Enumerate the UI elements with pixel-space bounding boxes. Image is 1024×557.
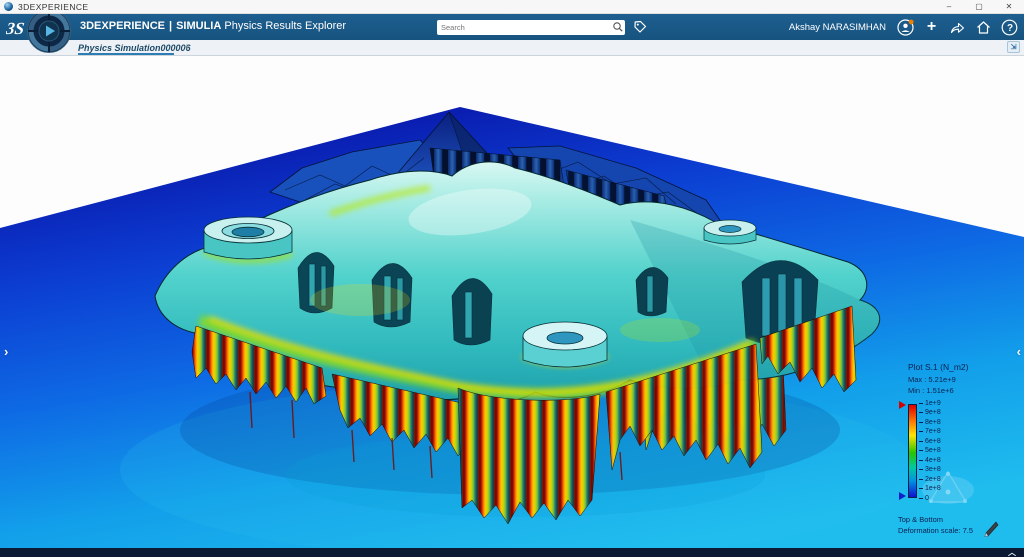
- max-marker-icon: [899, 401, 906, 409]
- minimize-button[interactable]: –: [934, 0, 964, 13]
- colorbar-tick-label: 0: [919, 495, 941, 502]
- collapse-viewport-icon[interactable]: ⇲: [1007, 41, 1020, 53]
- colorbar-tick-label: 5e+8: [919, 447, 941, 454]
- legend-title: Plot S.1 (N_m2): [908, 362, 1020, 374]
- 3dexperience-compass-icon[interactable]: [26, 8, 72, 54]
- colorbar-ticks: 1e+9 9e+8 8e+8 7e+8 6e+8 5e+8 4e+8 3e+8 2e+8 1e+8…: [919, 400, 941, 502]
- colorbar-tick-label: 1e+8: [919, 485, 941, 492]
- product-text: SIMULIA: [176, 20, 221, 32]
- legend-display-mode: Top & Bottom: [898, 514, 1020, 526]
- app-header-bar: 3S 3DEXPERIENCE | SIMULIA Physics Results …: [0, 14, 1024, 40]
- user-zone: Akshay NARASIMHAN +: [789, 14, 1018, 40]
- right-panel-expander[interactable]: ‹: [1017, 344, 1021, 359]
- mount-boss-right: [704, 220, 756, 244]
- add-content-icon[interactable]: +: [923, 19, 940, 36]
- maximize-button[interactable]: ▢: [964, 0, 994, 13]
- window-title: 3DEXPERIENCE: [18, 2, 88, 12]
- colorbar-tick-label: 6e+8: [919, 438, 941, 445]
- 3d-viewport[interactable]: › ‹: [0, 56, 1024, 548]
- app-title: 3DEXPERIENCE | SIMULIA Physics Results Exp…: [80, 20, 346, 32]
- svg-text:?: ?: [1007, 23, 1013, 34]
- new-tab-button[interactable]: +: [184, 42, 190, 53]
- search-area: [437, 19, 648, 35]
- contour-legend: Plot S.1 (N_m2) Max : 5.21e+9 Min : 1.51…: [898, 362, 1020, 537]
- min-marker-icon: [899, 492, 906, 500]
- application-window: 3DEXPERIENCE – ▢ ✕ 3S 3DEXPERIENCE|SIMUL: [0, 0, 1024, 557]
- mount-boss-left: [204, 217, 292, 259]
- home-icon[interactable]: [975, 19, 992, 36]
- window-titlebar: 3DEXPERIENCE – ▢ ✕: [0, 0, 1024, 14]
- legend-max: Max : 5.21e+9: [908, 374, 1020, 386]
- legend-min: Min : 1.51e+6: [908, 385, 1020, 397]
- annotate-pencil-icon[interactable]: [982, 520, 1000, 538]
- colorbar-tick-label: 4e+8: [919, 457, 941, 464]
- colorbar: [908, 404, 917, 498]
- colorbar-tick-label: 8e+8: [919, 419, 941, 426]
- mount-boss-front: [523, 322, 607, 367]
- search-icon[interactable]: [611, 21, 625, 33]
- brand-text: 3DEXPERIENCE: [80, 20, 165, 32]
- colorbar-tick-label: 1e+9: [919, 400, 941, 407]
- legend-deformation-scale: Deformation scale: 7.5: [898, 525, 1020, 537]
- bottom-action-bar[interactable]: ︿: [0, 548, 1024, 557]
- search-box[interactable]: [437, 20, 625, 35]
- expand-action-bar-icon[interactable]: ︿: [1008, 549, 1016, 557]
- close-button[interactable]: ✕: [994, 0, 1024, 13]
- svg-text:3S: 3S: [6, 19, 26, 38]
- colorbar-tick-label: 9e+8: [919, 409, 941, 416]
- app-name-text: Physics Results Explorer: [224, 20, 346, 32]
- profile-avatar-icon[interactable]: [897, 19, 914, 36]
- simulation-scene: [0, 56, 1024, 548]
- window-controls: – ▢ ✕: [934, 0, 1024, 13]
- search-input[interactable]: [437, 23, 611, 32]
- title-separator: |: [169, 20, 172, 32]
- tag-icon[interactable]: [632, 19, 648, 35]
- tab-bar: Physics Simulation000006 + ⇲: [0, 40, 1024, 56]
- left-panel-expander[interactable]: ›: [4, 344, 8, 359]
- colorbar-tick-label: 3e+8: [919, 466, 941, 473]
- colorbar-block: 1e+9 9e+8 8e+8 7e+8 6e+8 5e+8 4e+8 3e+8 2e+8 1e+8…: [898, 400, 1020, 504]
- user-name[interactable]: Akshay NARASIMHAN: [789, 22, 886, 33]
- tab-label: Physics Simulation000006: [78, 43, 191, 53]
- share-icon[interactable]: [949, 19, 966, 36]
- colorbar-tick-label: 7e+8: [919, 428, 941, 435]
- window-app-icon: [4, 2, 13, 11]
- colorbar-tick-label: 2e+8: [919, 476, 941, 483]
- help-icon[interactable]: ?: [1001, 19, 1018, 36]
- active-tab-indicator: [78, 53, 174, 55]
